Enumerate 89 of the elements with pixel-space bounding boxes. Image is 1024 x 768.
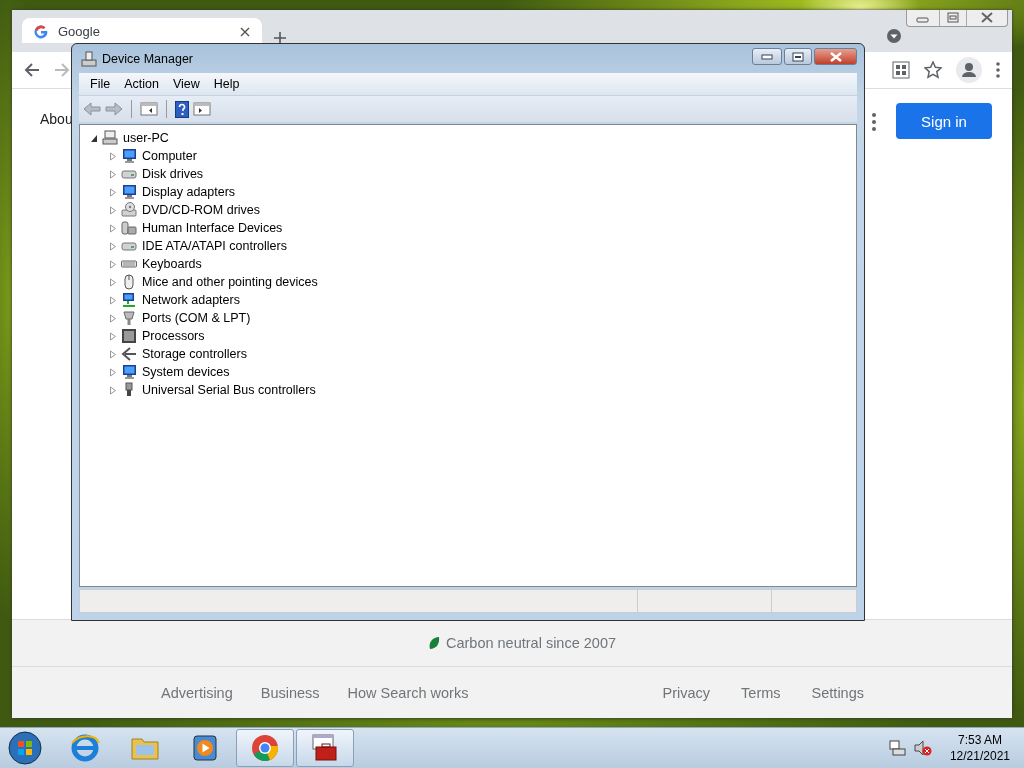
computer-icon <box>121 148 137 164</box>
expand-arrow-icon[interactable] <box>109 187 117 197</box>
browser-tab[interactable]: Google <box>22 18 262 43</box>
tree-item[interactable]: Ports (COM & LPT) <box>142 311 251 325</box>
tree-item[interactable]: Processors <box>142 329 205 343</box>
tree-item[interactable]: Universal Serial Bus controllers <box>142 383 316 397</box>
footer-link[interactable]: How Search works <box>347 684 469 701</box>
start-button-icon[interactable] <box>8 731 42 765</box>
menu-item[interactable]: View <box>165 77 207 91</box>
expand-arrow-icon[interactable] <box>109 385 117 395</box>
muted-speaker-icon[interactable] <box>913 739 932 757</box>
chrome-icon <box>250 733 280 763</box>
taskbar-button[interactable] <box>296 729 354 767</box>
menu-item[interactable]: Action <box>117 77 166 91</box>
chip-icon <box>121 328 137 344</box>
footer-link[interactable]: Terms <box>741 684 781 701</box>
expand-arrow-icon[interactable] <box>109 151 117 161</box>
tree-item[interactable]: Mice and other pointing devices <box>142 275 318 289</box>
dropdown-icon[interactable] <box>886 28 902 44</box>
clock-time: 7:53 AM <box>957 732 1002 748</box>
menu-item[interactable]: Help <box>206 77 247 91</box>
expand-arrow-icon[interactable] <box>109 169 117 179</box>
monitor-icon <box>121 364 137 380</box>
tree-item[interactable]: Keyboards <box>142 257 202 271</box>
footer-link[interactable]: Privacy <box>662 684 711 701</box>
new-tab-icon[interactable] <box>274 32 286 44</box>
maximize-button[interactable] <box>784 48 812 65</box>
tree-item[interactable]: Human Interface Devices <box>142 221 283 235</box>
tree-item[interactable]: Network adapters <box>142 293 240 307</box>
taskbar-button[interactable] <box>236 729 294 767</box>
expand-arrow-icon[interactable] <box>109 331 117 341</box>
collapse-arrow-icon[interactable] <box>90 133 98 143</box>
tree-item[interactable]: System devices <box>142 365 230 379</box>
toolbox-icon <box>310 733 340 763</box>
apps-grid-icon[interactable] <box>892 61 910 79</box>
footer-link[interactable]: Settings <box>811 684 864 701</box>
tree-item[interactable]: Disk drives <box>142 167 204 181</box>
tree-item[interactable]: user-PC <box>123 131 169 145</box>
minimize-button[interactable] <box>752 48 782 65</box>
arrow-icon <box>121 346 137 362</box>
forward-icon[interactable] <box>105 101 123 117</box>
back-icon[interactable] <box>24 62 40 78</box>
avatar-icon[interactable] <box>956 57 982 83</box>
tree-item[interactable]: Display adapters <box>142 185 236 199</box>
tree-item[interactable]: IDE ATA/ATAPI controllers <box>142 239 287 253</box>
menu-item[interactable]: File <box>83 77 118 91</box>
play-icon <box>190 733 220 763</box>
clock-date: 12/21/2021 <box>949 748 1010 764</box>
expand-arrow-icon[interactable] <box>109 241 117 251</box>
tree-item[interactable]: DVD/CD-ROM drives <box>142 203 261 217</box>
expand-arrow-icon[interactable] <box>109 313 117 323</box>
apps-menu-icon[interactable] <box>872 113 876 131</box>
footer-link[interactable]: Business <box>260 684 320 701</box>
mouse-icon <box>121 274 137 290</box>
menu-icon[interactable] <box>996 62 1000 78</box>
console-tree-icon[interactable] <box>140 101 158 117</box>
tab-title: Google <box>58 24 101 39</box>
network-icon <box>121 292 137 308</box>
google-logo-icon <box>34 24 48 39</box>
expand-arrow-icon[interactable] <box>109 349 117 359</box>
close-button[interactable] <box>814 48 857 65</box>
expand-arrow-icon[interactable] <box>109 295 117 305</box>
help-icon[interactable] <box>175 100 189 118</box>
window-title: Device Manager <box>102 51 194 66</box>
network-icon[interactable] <box>887 739 906 757</box>
maximize-icon <box>792 51 804 62</box>
expand-arrow-icon[interactable] <box>109 223 117 233</box>
gamepad-icon <box>121 220 137 236</box>
properties-icon[interactable] <box>193 101 211 117</box>
browser-e-icon <box>70 733 100 763</box>
leaf-icon <box>427 636 440 650</box>
close-icon <box>828 51 843 62</box>
monitor-icon <box>121 184 137 200</box>
expand-arrow-icon[interactable] <box>109 205 117 215</box>
minimize-icon <box>761 53 773 60</box>
device-manager-icon <box>81 50 97 67</box>
sign-in-button[interactable]: Sign in <box>896 103 992 139</box>
star-icon[interactable] <box>924 61 942 79</box>
carbon-neutral-text: Carbon neutral since 2007 <box>445 635 617 651</box>
expand-arrow-icon[interactable] <box>109 367 117 377</box>
plug-icon <box>121 310 137 326</box>
disc-drive-icon <box>121 202 137 218</box>
expand-arrow-icon[interactable] <box>109 259 117 269</box>
tree-item[interactable]: Storage controllers <box>142 347 247 361</box>
computer-network-icon <box>102 130 118 146</box>
tree-item[interactable]: Computer <box>142 149 197 163</box>
close-icon[interactable] <box>240 26 250 37</box>
footer-link[interactable]: Advertising <box>161 684 233 701</box>
expand-arrow-icon[interactable] <box>109 277 117 287</box>
